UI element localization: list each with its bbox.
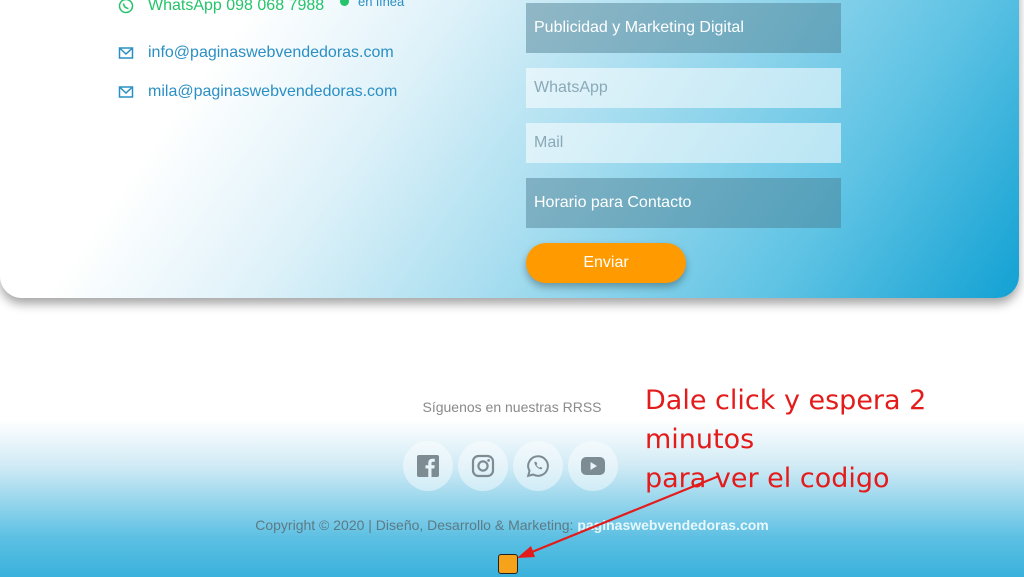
whatsapp-contact-link[interactable]: WhatsApp 098 068 7988 (118, 0, 324, 15)
online-status-label: en línea (358, 0, 405, 9)
copyright-text: Copyright © 2020 | Diseño, Desarrollo & … (255, 517, 574, 533)
facebook-button[interactable] (403, 441, 453, 491)
code-trigger-button[interactable] (498, 554, 518, 574)
copyright: Copyright © 2020 | Diseño, Desarrollo & … (0, 517, 1024, 533)
mail-icon (118, 86, 134, 98)
email-link-mila[interactable]: mila@paginaswebvendedoras.com (118, 83, 397, 101)
mail-input[interactable]: Mail (526, 123, 841, 163)
email-link-info[interactable]: info@paginaswebvendedoras.com (118, 44, 394, 62)
whatsapp-icon (526, 455, 549, 478)
annotation-text: Dale click y espera 2 minutos para ver e… (645, 381, 1024, 498)
online-status: en línea (340, 0, 404, 9)
instagram-button[interactable] (458, 441, 508, 491)
facebook-icon (417, 455, 439, 477)
instagram-icon (471, 454, 495, 478)
whatsapp-number: WhatsApp 098 068 7988 (148, 0, 325, 14)
brand-link[interactable]: paginaswebvendedoras.com (577, 517, 768, 533)
send-button[interactable]: Enviar (526, 243, 686, 283)
youtube-button[interactable] (568, 441, 618, 491)
social-links (403, 441, 618, 491)
service-select[interactable]: Publicidad y Marketing Digital (526, 3, 841, 53)
annotation-line-1: Dale click y espera 2 minutos (645, 385, 927, 455)
annotation-line-2: para ver el codigo (645, 463, 890, 494)
email-address: info@paginaswebvendedoras.com (148, 44, 394, 61)
email-address: mila@paginaswebvendedoras.com (148, 83, 398, 100)
online-dot (340, 0, 349, 6)
whatsapp-icon (118, 0, 134, 14)
schedule-select[interactable]: Horario para Contacto (526, 178, 841, 228)
youtube-icon (581, 457, 605, 475)
mail-icon (118, 47, 134, 59)
whatsapp-input[interactable]: WhatsApp (526, 68, 841, 108)
whatsapp-button[interactable] (513, 441, 563, 491)
